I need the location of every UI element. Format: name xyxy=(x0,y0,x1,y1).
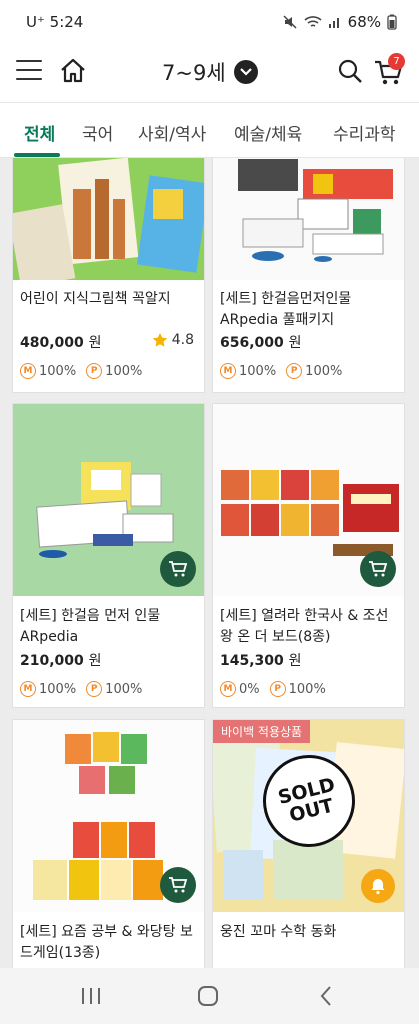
product-image[interactable] xyxy=(213,158,404,280)
product-price: 480,000 원 xyxy=(20,335,102,351)
add-to-cart-button[interactable] xyxy=(160,551,196,587)
product-title[interactable]: 웅진 꼬마 수학 동화 xyxy=(220,922,400,943)
system-nav-bar xyxy=(0,968,419,1024)
star-icon xyxy=(152,333,167,347)
m-point-icon: M xyxy=(20,681,36,697)
product-price: 210,000 원 xyxy=(20,653,102,669)
product-card[interactable]: 어린이 지식그림책 꼭알지 480,000 원 4.8 M 100% P 100% xyxy=(12,158,205,393)
product-card[interactable]: [세트] 요즘 공부 & 와당탕 보드게임(13종) xyxy=(12,719,205,968)
cart-icon xyxy=(169,877,188,893)
mute-icon xyxy=(283,15,297,29)
battery-icon xyxy=(387,14,397,30)
m-point-icon: M xyxy=(220,681,236,697)
back-icon[interactable] xyxy=(318,984,334,1008)
product-title[interactable]: [세트] 열려라 한국사 & 조선왕 온 더 보드(8종) xyxy=(220,606,400,648)
tab-all[interactable]: 전체 xyxy=(24,120,55,145)
p-point-icon: P xyxy=(269,681,286,697)
product-grid: 어린이 지식그림책 꼭알지 480,000 원 4.8 M 100% P 100% xyxy=(0,158,419,968)
m-point-icon: M xyxy=(20,363,36,379)
active-tab-indicator xyxy=(14,153,60,157)
age-selector[interactable]: 7~9세 xyxy=(162,57,258,87)
buyback-tag: 바이백 적용상품 xyxy=(213,720,311,743)
product-price: 656,000 원 xyxy=(220,335,302,351)
product-card[interactable]: [세트] 한걸음 먼저 인물 ARpedia 210,000 원 M 100% P… xyxy=(12,403,205,708)
product-title[interactable]: [세트] 한걸음 먼저 인물 ARpedia xyxy=(20,606,200,648)
product-card[interactable]: [세트] 한걸음먼저인물 ARpedia 풀패키지 656,000 원 M 100… xyxy=(212,158,405,393)
product-card[interactable]: [세트] 열려라 한국사 & 조선왕 온 더 보드(8종) 145,300 원 … xyxy=(212,403,405,708)
chevron-down-icon xyxy=(233,60,258,84)
app-header: 7~9세 7 xyxy=(0,44,419,102)
point-info: M 100% P 100% xyxy=(220,363,342,379)
product-rating: 4.8 xyxy=(152,332,194,348)
status-bar: U⁺ 5:24 68% xyxy=(0,0,419,44)
menu-icon[interactable] xyxy=(16,60,42,82)
product-title[interactable]: 어린이 지식그림책 꼭알지 xyxy=(20,289,200,310)
product-image[interactable] xyxy=(13,158,204,280)
point-info: M 0% P 100% xyxy=(220,681,326,697)
tab-arts-sports[interactable]: 예술/체육 xyxy=(234,120,302,145)
age-label: 7~9세 xyxy=(162,61,226,85)
add-to-cart-button[interactable] xyxy=(360,551,396,587)
status-icons: 68% xyxy=(282,13,397,31)
search-icon[interactable] xyxy=(337,58,363,84)
battery-level: 68% xyxy=(347,13,381,31)
cart-icon xyxy=(169,561,188,577)
tab-society-history[interactable]: 사회/역사 xyxy=(138,120,206,145)
wifi-icon xyxy=(304,16,322,27)
category-tabs: 전체 국어 사회/역사 예술/체육 수리과학 xyxy=(0,102,419,158)
add-to-cart-button[interactable] xyxy=(160,867,196,903)
m-point-icon: M xyxy=(220,363,236,379)
product-card[interactable]: 바이백 적용상품 SOLD OUT 웅진 꼬마 수학 동화 xyxy=(212,719,405,968)
point-info: M 100% P 100% xyxy=(20,681,142,697)
product-title[interactable]: [세트] 요즘 공부 & 와당탕 보드게임(13종) xyxy=(20,922,200,964)
product-price: 145,300 원 xyxy=(220,653,302,669)
p-point-icon: P xyxy=(86,363,103,379)
point-info: M 100% P 100% xyxy=(20,363,142,379)
p-point-icon: P xyxy=(86,681,103,697)
tab-korean[interactable]: 국어 xyxy=(82,120,113,145)
tab-math-science[interactable]: 수리과학 xyxy=(333,120,396,145)
product-title[interactable]: [세트] 한걸음먼저인물 ARpedia 풀패키지 xyxy=(220,289,400,331)
cart-count-badge: 7 xyxy=(388,53,405,70)
home-icon[interactable] xyxy=(58,56,88,86)
cart-icon xyxy=(369,561,388,577)
p-point-icon: P xyxy=(286,363,303,379)
status-carrier-time: U⁺ 5:24 xyxy=(26,13,84,31)
recent-apps-icon[interactable] xyxy=(80,986,102,1006)
signal-icon xyxy=(328,18,339,28)
home-button-icon[interactable] xyxy=(196,984,220,1008)
notify-button[interactable] xyxy=(361,869,395,903)
bell-icon xyxy=(371,879,385,895)
